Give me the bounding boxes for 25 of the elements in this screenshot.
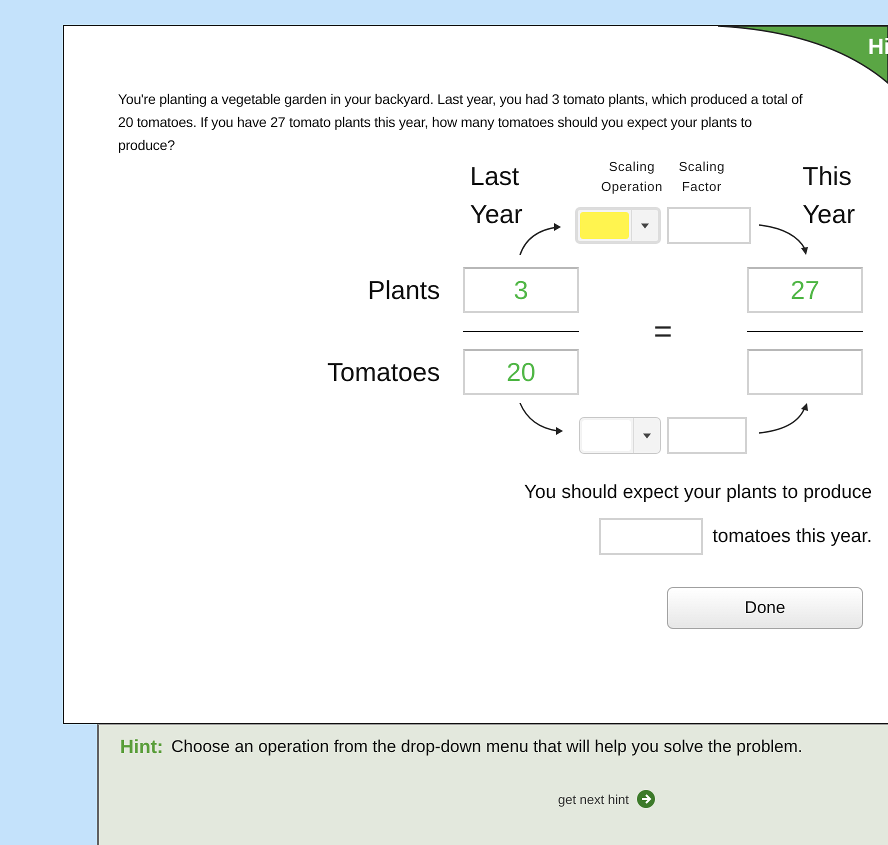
next-hint-link[interactable]: get next hint — [558, 790, 868, 808]
scaling-factor-field[interactable] — [667, 207, 751, 244]
answer-prompt: You should expect your plants to produce — [524, 482, 872, 504]
done-button[interactable]: Done — [667, 587, 863, 629]
scaling-operation-dropdown[interactable] — [575, 207, 661, 244]
number-field[interactable]: 27 — [747, 267, 863, 313]
number-field[interactable] — [747, 349, 863, 395]
row-label: Tomatoes — [327, 356, 440, 388]
row-label: Plants — [368, 275, 440, 306]
question-text: You're planting a vegetable garden in your backyard. Last year, you had 3 tomato plants, which produced a total of 20 tomatoes. If you have 27 tomato plants this year, how many tomatoes should you expect your plants to produce? — [118, 90, 804, 155]
column-heading: Scaling Operation — [601, 158, 663, 196]
answer-suffix: tomatoes this year. — [712, 526, 872, 548]
number-field[interactable]: 3 — [463, 267, 579, 313]
column-heading: Last Year — [470, 160, 523, 231]
hint-tab[interactable] — [718, 26, 888, 84]
column-heading: Scaling Factor — [678, 158, 725, 196]
hint-label: Hint: — [120, 737, 164, 760]
number-field[interactable]: 20 — [463, 349, 579, 395]
column-heading: This Year — [802, 160, 855, 231]
answer-field[interactable] — [598, 518, 703, 555]
arrow-circle-icon — [636, 790, 655, 808]
scaling-factor-field[interactable] — [666, 417, 747, 454]
equals-sign: = — [654, 313, 672, 350]
hint-text: Choose an operation from the drop-down menu that will help you solve the problem. — [171, 736, 804, 758]
scaling-operation-dropdown[interactable] — [579, 417, 661, 454]
